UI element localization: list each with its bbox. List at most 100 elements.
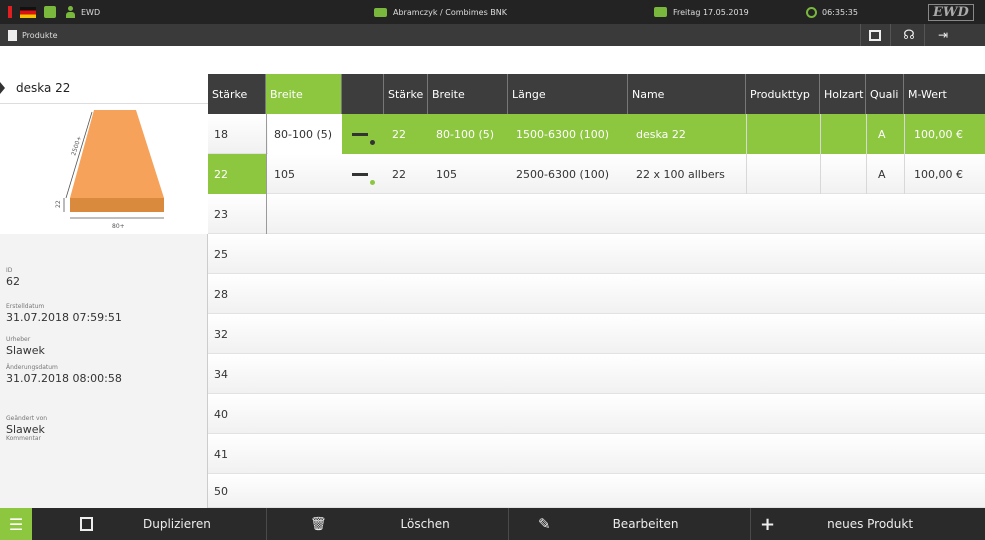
header-produkttyp[interactable]: Produkttyp [746, 74, 820, 114]
info-label: Erstelldatum [6, 303, 45, 310]
staerke-item[interactable]: 23 [208, 194, 266, 234]
divider [924, 24, 925, 46]
delete-button[interactable]: 🗑 Löschen [266, 508, 450, 540]
pencil-icon: ✎ [538, 515, 551, 533]
table-row [208, 234, 985, 274]
menu-button[interactable]: ☰ [0, 508, 32, 540]
trash-icon: 🗑 [310, 516, 327, 532]
length-label: 2500+ [70, 135, 83, 156]
company-info: Abramczyk / Combimes BNK [374, 0, 507, 24]
header-breite-filter[interactable]: Breite [266, 74, 342, 114]
new-product-button[interactable]: + neues Produkt [750, 508, 913, 540]
row-staerke: 22 [392, 167, 406, 181]
header-laenge[interactable]: Länge [508, 74, 628, 114]
header-name[interactable]: Name [628, 74, 746, 114]
info-id: ID 62 [6, 267, 20, 288]
staerke-item[interactable]: 32 [208, 314, 266, 354]
table-row [208, 274, 985, 314]
staerke-item[interactable]: 41 [208, 434, 266, 474]
row-staerke: 22 [392, 127, 406, 141]
staerke-item-selected[interactable]: 22 [208, 154, 266, 194]
divider [890, 24, 891, 46]
info-value: 62 [6, 275, 20, 288]
board-drawing: 2500+ 22 80+ [0, 104, 208, 234]
company-name: Abramczyk / Combimes BNK [393, 7, 507, 17]
row-quali: A [878, 167, 886, 181]
headset-icon: ☊ [903, 27, 915, 43]
table-row [208, 194, 985, 234]
row-breite: 80-100 (5) [436, 127, 495, 141]
info-author: Urheber Slawek [6, 337, 45, 357]
table-row [208, 394, 985, 434]
row-laenge: 2500-6300 (100) [516, 167, 610, 181]
german-flag-icon[interactable] [20, 6, 36, 18]
info-created: Erstelldatum 31.07.2018 07:59:51 [6, 303, 122, 324]
time-text: 06:35:35 [822, 7, 858, 17]
date-text: Freitag 17.05.2019 [673, 7, 749, 17]
duplicate-button[interactable]: Duplizieren [40, 508, 211, 540]
row-produkttyp [748, 154, 754, 194]
time-info: 06:35:35 [806, 0, 858, 24]
duplicate-icon [80, 517, 93, 531]
header-staerke[interactable]: Stärke [384, 74, 428, 114]
info-modified: Änderungsdatum 31.07.2018 08:00:58 [6, 365, 122, 385]
breite-item[interactable]: 105 [268, 154, 342, 194]
logout-button[interactable]: ⇥ [932, 26, 954, 44]
staerke-item[interactable]: 28 [208, 274, 266, 314]
alert-icon [8, 6, 12, 18]
user-name: EWD [81, 7, 101, 17]
clock-icon [806, 6, 817, 18]
connection-icon [44, 6, 56, 18]
ewd-logo: EWD [928, 3, 974, 21]
status-icons: EWD [8, 0, 100, 24]
row-laenge: 1500-6300 (100) [516, 127, 610, 141]
board-illustration: 2500+ 22 80+ [55, 110, 164, 230]
row-name: deska 22 [636, 127, 686, 141]
staerke-item[interactable]: 25 [208, 234, 266, 274]
header-staerke-filter[interactable]: Stärke [208, 74, 266, 114]
breite-divider [266, 114, 267, 234]
section-title: Produkte [8, 24, 58, 46]
date-info: Freitag 17.05.2019 [654, 0, 749, 24]
info-value: Slawek [6, 344, 45, 357]
row-produkttyp [748, 114, 754, 154]
row-mwert: 100,00 € [914, 167, 963, 181]
info-comment: Kommentar [6, 436, 41, 444]
calendar-icon [654, 7, 667, 17]
staerke-item[interactable]: 50 [208, 474, 266, 508]
calendar-check-button[interactable] [864, 26, 886, 44]
row-mwert: 100,00 € [914, 127, 963, 141]
edit-button[interactable]: ✎ Bearbeiten [508, 508, 679, 540]
thickness-label: 22 [55, 200, 62, 208]
staerke-item[interactable]: 18 [208, 114, 266, 154]
info-value: 31.07.2018 08:00:58 [6, 372, 122, 385]
table-row [208, 474, 985, 508]
breite-item[interactable]: 80-100 (5) [268, 114, 342, 154]
staerke-item[interactable]: 40 [208, 394, 266, 434]
board-icon [352, 133, 368, 136]
info-modified-by: Geändert von Slawek [6, 416, 47, 436]
status-dot [370, 180, 375, 185]
divider [860, 24, 861, 46]
new-product-label: neues Produkt [827, 517, 914, 531]
header-quali[interactable]: Quali [866, 74, 904, 114]
bottom-toolbar: ☰ Duplizieren 🗑 Löschen ✎ Bearbeiten + n… [0, 508, 985, 540]
header-breite[interactable]: Breite [428, 74, 508, 114]
logout-icon: ⇥ [937, 28, 949, 42]
info-value: 31.07.2018 07:59:51 [6, 311, 122, 324]
status-dot [370, 140, 375, 145]
product-detail-panel: deska 22 2500+ 22 80+ ID 62 Erstelldatum… [0, 74, 208, 508]
row-breite: 105 [436, 167, 457, 181]
user-icon [66, 6, 75, 18]
support-button[interactable]: ☊ [898, 26, 920, 44]
row-holzart [822, 154, 828, 194]
info-label: ID [6, 267, 13, 274]
header-mwert[interactable]: M-Wert [904, 74, 985, 114]
delete-label: Löschen [400, 517, 450, 531]
board-icon [352, 173, 368, 176]
staerke-item[interactable]: 34 [208, 354, 266, 394]
edit-label: Bearbeiten [612, 517, 679, 531]
header-holzart[interactable]: Holzart [820, 74, 866, 114]
document-icon [8, 29, 17, 41]
menu-icon: ☰ [8, 514, 24, 534]
